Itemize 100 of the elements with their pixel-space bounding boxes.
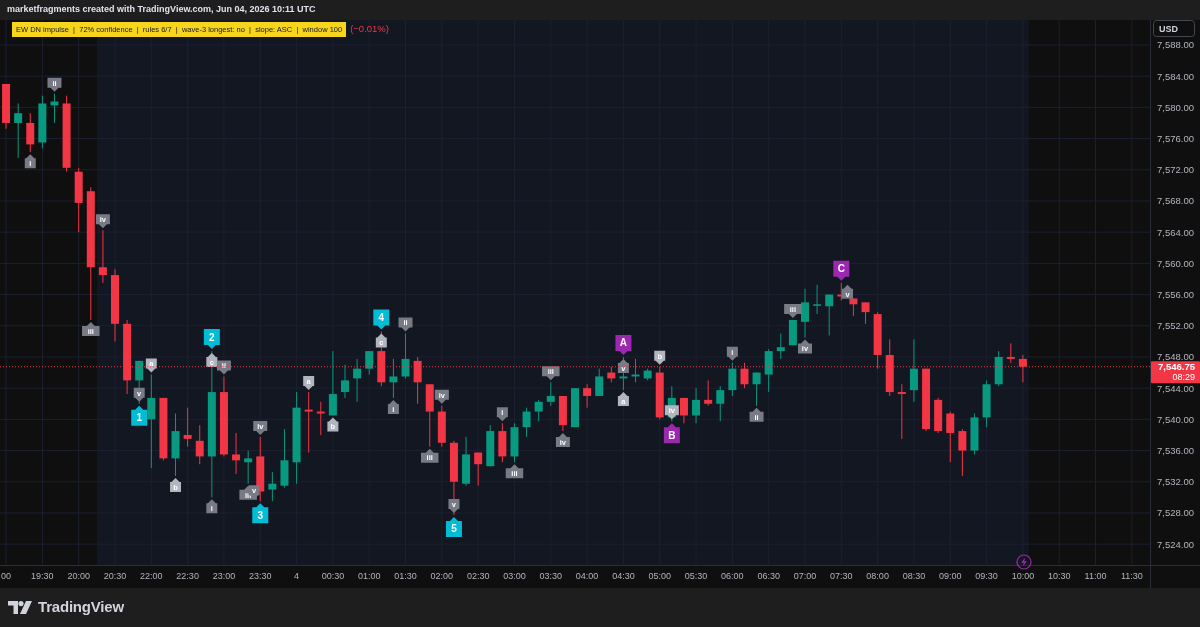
wave-label: 3 xyxy=(252,503,269,524)
time-axis-label: 07:30 xyxy=(830,571,853,581)
time-axis-label: 06:00 xyxy=(721,571,744,581)
candle xyxy=(909,338,918,403)
candle xyxy=(631,358,640,383)
time-axis-label: 22:30 xyxy=(176,571,199,581)
candle xyxy=(607,366,616,383)
price-change: (−0.01%) xyxy=(350,22,389,37)
candle xyxy=(861,301,870,325)
candle xyxy=(232,432,241,475)
brand-name: TradingView xyxy=(38,597,124,618)
candle xyxy=(982,379,991,428)
price-axis-label: 7,568.00 xyxy=(1157,195,1194,207)
candle xyxy=(619,356,628,391)
price-axis-label: 7,560.00 xyxy=(1157,257,1194,269)
candle xyxy=(1018,354,1027,383)
time-axis-label: 02:00 xyxy=(430,571,454,581)
candle xyxy=(38,95,47,149)
wave-label: 1 xyxy=(131,405,148,426)
price-axis-label: 7,556.00 xyxy=(1157,289,1194,301)
candle xyxy=(437,405,446,448)
candle xyxy=(486,424,495,467)
candle xyxy=(934,397,943,434)
candle xyxy=(825,294,834,336)
time-axis-label: 04:30 xyxy=(612,571,635,581)
logo-icon xyxy=(8,601,32,614)
candle xyxy=(885,338,894,397)
annotation: 2 xyxy=(209,331,216,343)
candle xyxy=(873,311,882,370)
price-axis-label: 7,532.00 xyxy=(1157,476,1194,488)
time-axis-label: 23:30 xyxy=(249,571,272,581)
candle xyxy=(50,93,59,124)
time-axis-label: 10:00 xyxy=(1011,571,1035,581)
price-axis-label: 7,576.00 xyxy=(1157,133,1194,145)
candle xyxy=(752,372,761,407)
candle xyxy=(328,350,337,416)
candle xyxy=(788,319,797,346)
candle xyxy=(813,284,822,315)
time-axis-label: 05:00 xyxy=(648,571,671,581)
candle xyxy=(1006,342,1015,364)
price-axis-label: 7,528.00 xyxy=(1157,507,1194,519)
price-axis-label: 7,540.00 xyxy=(1157,413,1194,425)
candle xyxy=(994,350,1003,387)
candle xyxy=(316,401,325,436)
candle xyxy=(195,424,204,465)
price-axis-label: 7,588.00 xyxy=(1157,39,1194,51)
time-axis-label: 23:00 xyxy=(212,571,236,581)
price-axis-label: 7,544.00 xyxy=(1157,382,1194,394)
time-axis-label: 03:30 xyxy=(539,571,563,581)
price-axis-label: 7,564.00 xyxy=(1157,226,1194,238)
candle xyxy=(244,450,253,485)
candle xyxy=(970,413,979,455)
candle xyxy=(655,366,664,420)
candle xyxy=(595,368,604,397)
price-tag: 7,546.75 08:29 xyxy=(1151,361,1200,384)
candle xyxy=(546,381,555,407)
annotation: B xyxy=(668,429,676,441)
time-axis-label: 04:00 xyxy=(575,571,599,581)
candle xyxy=(2,83,11,130)
wave-label: A xyxy=(615,334,632,355)
candle xyxy=(922,368,931,432)
time-axis-label: 11:00 xyxy=(1084,571,1107,581)
time-axis-label: 06:30 xyxy=(757,571,780,581)
time-axis-label: 20:00 xyxy=(67,571,90,581)
price-axis-label: 7,552.00 xyxy=(1157,320,1194,332)
time-axis-label: 03:00 xyxy=(503,571,526,581)
annotation: 3 xyxy=(257,509,264,521)
candle xyxy=(183,407,192,448)
candle xyxy=(558,395,567,432)
time-axis-label: 07:00 xyxy=(793,571,817,581)
time-axis-label: 02:30 xyxy=(466,571,490,581)
chart-caption: marketfragments created with TradingView.com, Jun 04, 2026 10:11 UTC xyxy=(7,3,316,17)
price-axis-label: 7,580.00 xyxy=(1157,101,1194,113)
candle xyxy=(510,422,519,463)
candle xyxy=(389,358,398,399)
price-axis-label: 7,584.00 xyxy=(1157,70,1194,82)
candle xyxy=(498,422,507,463)
candle xyxy=(801,288,809,338)
annotation: A xyxy=(619,337,628,349)
time-axis-label: 00 xyxy=(1,571,12,581)
annotation: 1 xyxy=(136,412,143,424)
candle xyxy=(534,399,543,422)
candle xyxy=(716,385,725,422)
candle xyxy=(462,436,471,487)
candle xyxy=(268,471,277,502)
time-axis-label: 08:00 xyxy=(866,571,889,581)
candle xyxy=(946,411,955,463)
candle xyxy=(522,407,531,438)
candle xyxy=(643,368,652,381)
candle xyxy=(728,362,737,397)
wave-label: 4 xyxy=(373,309,390,330)
lightning-icon[interactable] xyxy=(1016,554,1032,570)
candle xyxy=(425,383,434,448)
price-axis-label: 7,524.00 xyxy=(1157,538,1194,550)
price-axis-label: 7,548.00 xyxy=(1157,351,1194,363)
time-axis-label: 11:30 xyxy=(1120,571,1143,581)
currency-button[interactable]: USD xyxy=(1153,20,1195,37)
time-axis-label: 09:00 xyxy=(939,571,962,581)
wave-label: C xyxy=(833,260,850,281)
candle xyxy=(304,391,313,453)
